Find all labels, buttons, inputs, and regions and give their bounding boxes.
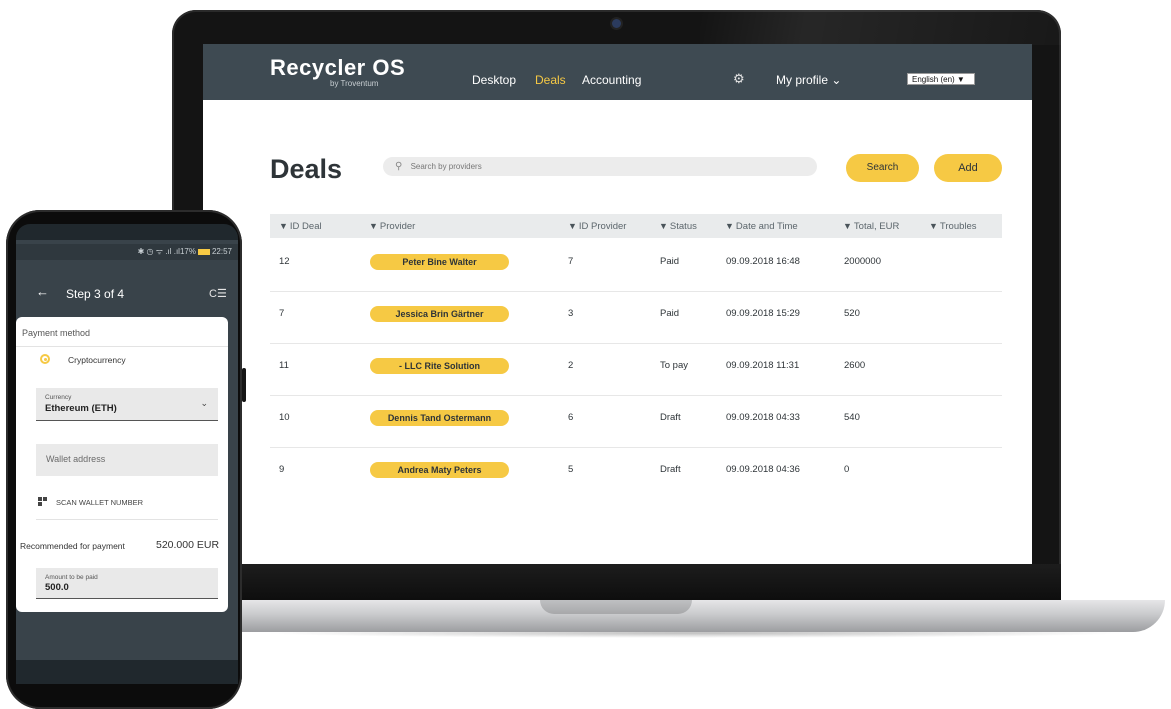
recommended-value: 520.000 EUR [156,539,220,551]
search-input[interactable]: ⚲ Search by providers [383,157,817,176]
column-id-provider[interactable]: ▼ ID Provider [568,214,626,239]
scan-wallet-button[interactable]: SCAN WALLET NUMBER [56,498,143,507]
provider-id: 2 [568,360,574,371]
webcam [612,19,621,28]
laptop-screen: Recycler OS by Troventum Desktop Deals A… [203,44,1032,564]
deal-id: 10 [279,412,290,423]
arrow-back-icon[interactable]: ← [36,284,49,299]
nav-desktop[interactable]: Desktop [472,73,516,87]
deal-id: 7 [279,308,285,319]
gear-icon[interactable]: ⚙ [733,71,745,87]
deal-total: 520 [844,308,860,319]
provider-id: 3 [568,308,574,319]
filter-icon: ▼ [279,221,288,231]
filter-icon: ▼ [659,221,668,231]
table-row[interactable]: 11 - LLC Rite Solution 2 To pay 09.09.20… [270,343,1002,396]
amount-field[interactable]: Amount to be paid 500.0 [36,568,218,599]
table-header: ▼ ID Deal ▼ Provider ▼ ID Provider ▼ Status … [270,214,1002,238]
deal-datetime: 09.09.2018 11:31 [726,360,800,371]
phone-status-bar: ✱ ◷ ᯤ .ıl .ıl17% 22:57 [16,244,238,260]
phone-bottom-bar [16,660,238,684]
nav-deals[interactable]: Deals [535,73,566,87]
provider-badge[interactable]: Andrea Maty Peters [370,462,509,478]
provider-badge[interactable]: Jessica Brin Gärtner [370,306,509,322]
battery-icon [197,248,210,255]
app-header: Recycler OS by Troventum Desktop Deals A… [203,44,1032,100]
payment-option-label[interactable]: Cryptocurrency [68,355,126,365]
filter-icon: ▼ [929,221,938,231]
provider-badge[interactable]: Peter Bine Walter [370,254,509,270]
payment-method-label: Payment method [22,328,91,338]
brand-subtitle: by Troventum [330,79,379,88]
deal-status: Draft [660,412,681,423]
deal-datetime: 09.09.2018 04:36 [726,464,800,475]
deal-status: Draft [660,464,681,475]
laptop-notch [540,600,692,614]
page-title: Deals [270,154,343,184]
deal-total: 540 [844,412,860,423]
deal-datetime: 09.09.2018 16:48 [726,256,800,267]
status-time: 22:57 [211,247,232,256]
filter-icon: ▼ [843,221,852,231]
provider-id: 5 [568,464,574,475]
chevron-down-icon: ⌄ [200,398,208,408]
radio-button[interactable] [40,354,50,364]
provider-id: 6 [568,412,574,423]
search-button[interactable]: Search [846,154,919,182]
column-id-deal[interactable]: ▼ ID Deal [279,214,322,239]
deal-status: Paid [660,308,680,319]
deal-status: Paid [660,256,680,267]
nav-accounting[interactable]: Accounting [582,73,641,87]
table-row[interactable]: 10 Dennis Tand Ostermann 6 Draft 09.09.2… [270,395,1002,448]
deal-total: 0 [844,464,850,475]
profile-menu[interactable]: My profile ⌄ [776,73,841,87]
wallet-placeholder: Wallet address [46,454,106,464]
search-placeholder: Search by providers [410,162,482,171]
recommended-label: Recommended for payment [20,541,125,551]
table-row[interactable]: 9 Andrea Maty Peters 5 Draft 09.09.2018 … [270,447,1002,499]
filter-icon: ▼ [568,221,577,231]
divider [36,519,218,520]
currency-select[interactable]: Currency Ethereum (ETH) ⌄ [36,388,218,421]
deal-id: 11 [279,360,289,371]
language-select[interactable]: English (en) ▼ [907,73,975,85]
brand-logo[interactable]: Recycler OS by Troventum [270,55,406,89]
column-total[interactable]: ▼ Total, EUR [843,214,899,239]
laptop-bezel-bottom [172,564,1061,600]
currency-value: Ethereum (ETH) [45,403,117,414]
deal-datetime: 09.09.2018 04:33 [726,412,800,423]
column-status[interactable]: ▼ Status [659,214,697,239]
deal-total: 2000000 [844,256,881,267]
phone-app-bar: ← Step 3 of 4 C☰ [16,260,238,317]
provider-badge[interactable]: - LLC Rite Solution [370,358,509,374]
deal-id: 12 [279,256,290,267]
deal-id: 9 [279,464,285,475]
phone-side-button [242,368,246,402]
menu-icon[interactable]: C☰ [209,287,227,300]
amount-label: Amount to be paid [45,574,98,581]
column-troubles[interactable]: ▼ Troubles [929,214,977,239]
table-row[interactable]: 7 Jessica Brin Gärtner 3 Paid 09.09.2018… [270,291,1002,344]
brand-name: Recycler OS [270,55,406,80]
provider-id: 7 [568,256,574,267]
filter-icon: ▼ [725,221,734,231]
table-row[interactable]: 12 Peter Bine Walter 7 Paid 09.09.2018 1… [270,239,1002,292]
wallet-address-input[interactable]: Wallet address [36,444,218,476]
payment-card: Payment method Cryptocurrency Currency E… [16,317,228,612]
deal-status: To pay [660,360,688,371]
amount-value: 500.0 [45,582,69,593]
column-date-time[interactable]: ▼ Date and Time [725,214,798,239]
qr-code-icon[interactable] [38,497,47,506]
deal-datetime: 09.09.2018 15:29 [726,308,800,319]
provider-badge[interactable]: Dennis Tand Ostermann [370,410,509,426]
column-provider[interactable]: ▼ Provider [369,214,415,239]
step-title: Step 3 of 4 [66,287,125,301]
deal-total: 2600 [844,360,866,371]
search-icon: ⚲ [395,161,403,172]
status-icons: ✱ ◷ ᯤ .ıl .ıl17% [137,247,196,256]
add-button[interactable]: Add [934,154,1002,182]
divider [16,346,228,347]
filter-icon: ▼ [369,221,378,231]
currency-label: Currency [45,394,72,401]
